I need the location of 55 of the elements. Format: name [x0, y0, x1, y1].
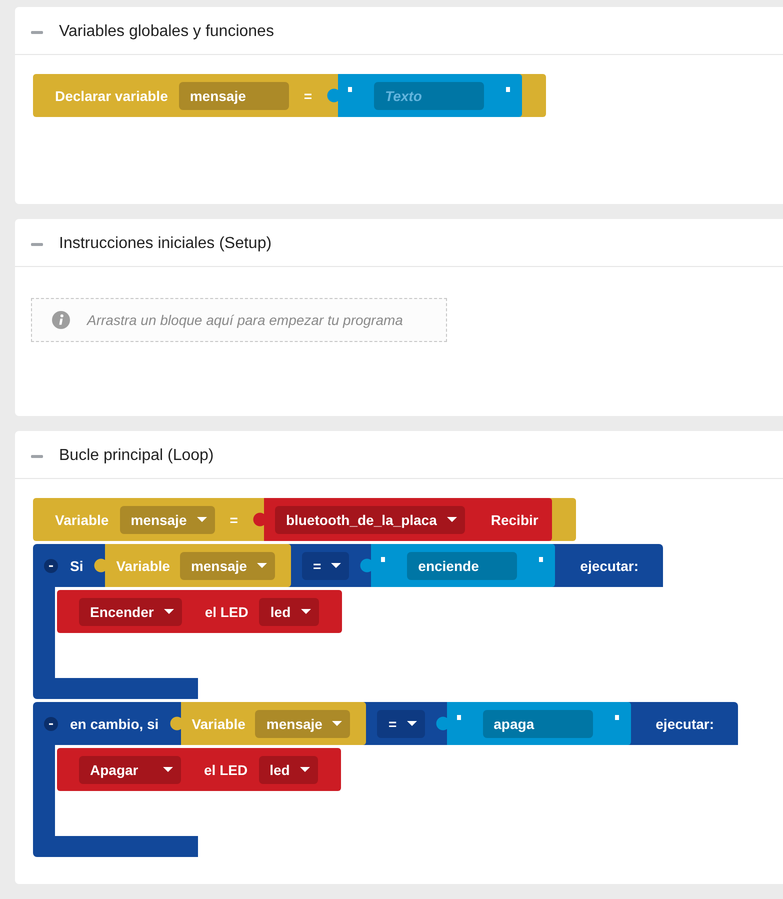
- quote-mark-icon: [381, 557, 386, 562]
- caret-icon: [164, 609, 174, 614]
- text-field[interactable]: enciende: [407, 552, 518, 580]
- minus-icon[interactable]: [44, 558, 58, 572]
- operator-dropdown[interactable]: =: [377, 710, 425, 738]
- minus-icon[interactable]: [44, 716, 58, 730]
- caret-icon: [163, 767, 173, 772]
- text-field[interactable]: Texto: [374, 82, 484, 110]
- caret-icon: [332, 721, 342, 726]
- action-dropdown[interactable]: Apagar: [79, 756, 181, 784]
- caret-icon: [446, 517, 457, 522]
- quote-mark-icon: [348, 87, 352, 92]
- operator-label: =: [304, 88, 312, 104]
- text-block[interactable]: enciende: [360, 544, 556, 587]
- caret-icon: [196, 517, 207, 522]
- caret-icon: [300, 609, 311, 614]
- block-label: Variable: [55, 512, 109, 528]
- block-label: el LED: [204, 604, 248, 620]
- quote-mark-icon: [614, 715, 619, 720]
- block-label: en cambio, si: [70, 716, 159, 732]
- text-block[interactable]: Texto: [327, 74, 522, 117]
- caret-icon: [256, 563, 267, 568]
- quote-mark-icon: [456, 715, 461, 720]
- led-block[interactable]: Encender el LED led: [57, 590, 342, 633]
- block-label: Variable: [192, 716, 246, 732]
- pin-dropdown[interactable]: led: [258, 756, 318, 784]
- block-label: Si: [70, 558, 84, 574]
- block-label: Recibir: [490, 512, 538, 528]
- quote-mark-icon: [539, 557, 544, 562]
- quote-mark-icon: [506, 87, 510, 92]
- section-title: Bucle principal (Loop): [59, 447, 214, 465]
- info-icon: [52, 311, 70, 329]
- variable-assignment-block[interactable]: Variable mensaje = bluetooth_de_la_placa Recibir: [33, 498, 576, 541]
- action-dropdown[interactable]: Encender: [79, 598, 182, 626]
- operator-label: =: [230, 512, 238, 528]
- text-block[interactable]: apaga: [436, 702, 631, 745]
- pin-dropdown[interactable]: led: [259, 598, 319, 626]
- caret-icon: [331, 563, 342, 568]
- bluetooth-receive-block[interactable]: bluetooth_de_la_placa Recibir: [252, 498, 552, 541]
- text-field[interactable]: apaga: [482, 710, 593, 738]
- led-block[interactable]: Apagar el LED led: [57, 748, 341, 791]
- drop-hint: Arrastra un bloque aquí para empezar tu programa: [87, 312, 403, 328]
- if-block[interactable]: en cambio, si Variable mensaje = apaga ejecutar: Apagar el LED led: [33, 702, 738, 857]
- block-label: Variable: [116, 558, 170, 574]
- block-label: Declarar variable: [55, 88, 168, 104]
- block-label: el LED: [204, 762, 248, 778]
- caret-icon: [406, 721, 417, 726]
- section-title: Variables globales y funciones: [59, 23, 274, 41]
- block-label: ejecutar:: [656, 716, 714, 732]
- caret-icon: [300, 767, 310, 772]
- section-title: Instrucciones iniciales (Setup): [59, 235, 272, 253]
- device-dropdown[interactable]: bluetooth_de_la_placa: [274, 506, 465, 534]
- if-block[interactable]: Si Variable mensaje = enciende ejecutar: Encender el LED led: [33, 544, 663, 699]
- operator-dropdown[interactable]: =: [302, 552, 350, 580]
- block-label: ejecutar:: [580, 558, 639, 574]
